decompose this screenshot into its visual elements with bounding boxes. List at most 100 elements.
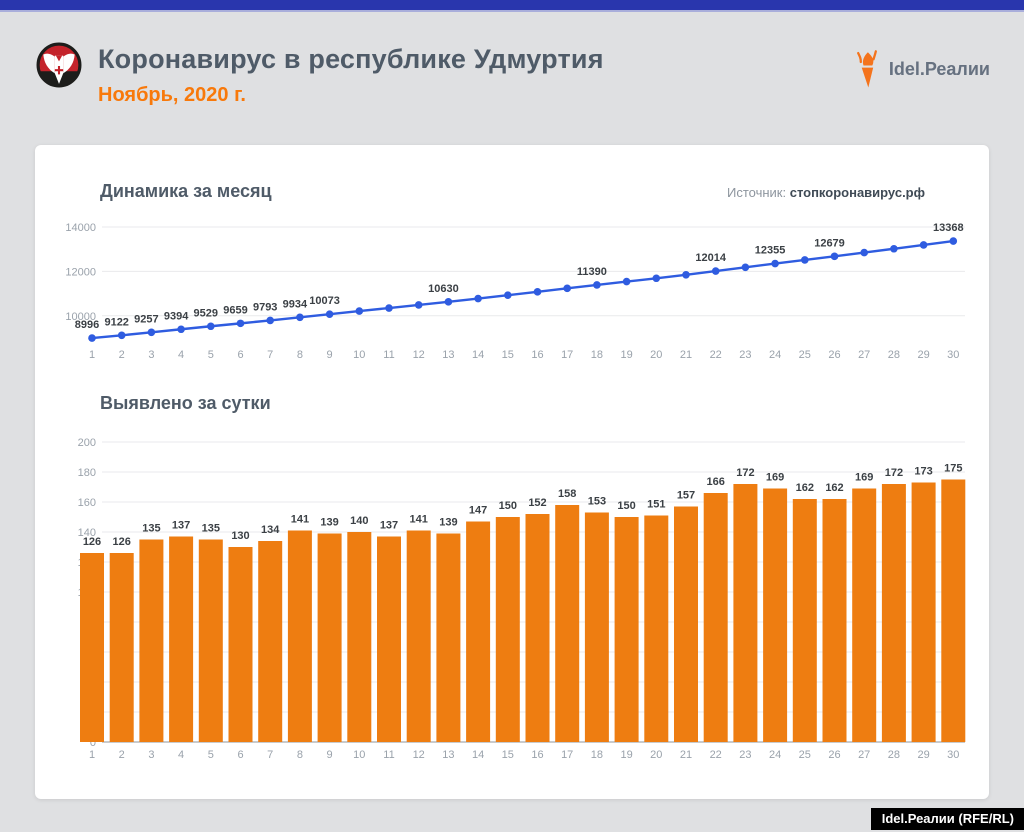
x-axis-label: 16 bbox=[531, 349, 543, 361]
bar-value-label: 169 bbox=[766, 472, 784, 484]
bar-value-label: 141 bbox=[410, 514, 428, 526]
y-axis-label: 180 bbox=[78, 467, 96, 479]
bar-value-label: 162 bbox=[796, 482, 814, 494]
x-axis-label: 19 bbox=[620, 349, 632, 361]
bar bbox=[733, 484, 757, 742]
source-note: Источник: стопкоронавирус.рф bbox=[727, 185, 925, 200]
x-axis-label: 22 bbox=[710, 749, 722, 761]
x-axis-label: 13 bbox=[442, 349, 454, 361]
bar-value-label: 153 bbox=[588, 496, 606, 508]
bar-value-label: 157 bbox=[677, 490, 695, 502]
point-value-label: 8996 bbox=[75, 319, 99, 331]
source-label: Источник: bbox=[727, 185, 786, 200]
x-axis-label: 8 bbox=[297, 349, 303, 361]
x-axis-label: 2 bbox=[119, 749, 125, 761]
x-axis-label: 14 bbox=[472, 749, 484, 761]
x-axis-label: 20 bbox=[650, 749, 662, 761]
y-axis-label: 200 bbox=[78, 437, 96, 449]
bar bbox=[912, 483, 936, 743]
x-axis-label: 12 bbox=[413, 349, 425, 361]
x-axis-label: 24 bbox=[769, 349, 781, 361]
point-value-label: 9122 bbox=[104, 316, 128, 328]
point-value-label: 9394 bbox=[164, 310, 189, 322]
data-point bbox=[88, 334, 96, 342]
bar-chart: 0204060801001201401601802001261126213531… bbox=[60, 431, 970, 766]
data-point bbox=[356, 307, 364, 315]
x-axis-label: 4 bbox=[178, 349, 184, 361]
x-axis-label: 4 bbox=[178, 749, 184, 761]
data-point bbox=[771, 260, 779, 268]
data-point bbox=[266, 317, 274, 325]
data-point bbox=[474, 295, 482, 303]
bar bbox=[229, 547, 253, 742]
bar bbox=[169, 537, 193, 743]
bar-value-label: 169 bbox=[855, 472, 873, 484]
point-value-label: 13368 bbox=[933, 222, 964, 234]
brand-name: Idel.Реалии bbox=[889, 59, 990, 80]
bar bbox=[823, 499, 847, 742]
bar bbox=[139, 540, 163, 743]
x-axis-label: 7 bbox=[267, 349, 273, 361]
data-point bbox=[326, 310, 334, 318]
bar bbox=[199, 540, 223, 743]
bar-value-label: 141 bbox=[291, 514, 309, 526]
y-axis-label: 12000 bbox=[65, 266, 96, 278]
x-axis-label: 29 bbox=[917, 749, 929, 761]
x-axis-label: 10 bbox=[353, 749, 365, 761]
bar bbox=[318, 534, 342, 743]
top-accent-bar bbox=[0, 0, 1024, 12]
source-value: стопкоронавирус.рф bbox=[790, 185, 925, 200]
data-point bbox=[385, 304, 393, 312]
bar bbox=[407, 531, 431, 743]
bar-chart-title: Выявлено за сутки bbox=[100, 393, 271, 414]
bar bbox=[615, 517, 639, 742]
x-axis-label: 11 bbox=[383, 749, 394, 761]
data-point bbox=[237, 320, 245, 328]
data-point bbox=[623, 278, 631, 286]
data-point bbox=[177, 325, 185, 333]
bar-value-label: 152 bbox=[528, 497, 546, 509]
x-axis-label: 22 bbox=[710, 349, 722, 361]
data-point bbox=[801, 256, 809, 264]
x-axis-label: 1 bbox=[89, 349, 95, 361]
x-axis-label: 5 bbox=[208, 749, 214, 761]
point-value-label: 12014 bbox=[695, 252, 726, 264]
bar bbox=[496, 517, 520, 742]
line-chart: 1000012000140008996191222925739394495295… bbox=[60, 205, 970, 367]
data-point bbox=[682, 271, 690, 279]
bar-value-label: 137 bbox=[172, 520, 190, 532]
point-value-label: 10630 bbox=[428, 283, 459, 295]
bar-value-label: 162 bbox=[825, 482, 843, 494]
x-axis-label: 9 bbox=[327, 749, 333, 761]
x-axis-label: 16 bbox=[531, 749, 543, 761]
x-axis-label: 15 bbox=[502, 749, 514, 761]
page-title: Коронавирус в республике Удмуртия bbox=[98, 44, 604, 75]
x-axis-label: 13 bbox=[442, 749, 454, 761]
bar-value-label: 151 bbox=[647, 499, 665, 511]
x-axis-label: 18 bbox=[591, 349, 603, 361]
x-axis-label: 15 bbox=[502, 349, 514, 361]
x-axis-label: 1 bbox=[89, 749, 95, 761]
bar bbox=[258, 541, 282, 742]
x-axis-label: 3 bbox=[148, 349, 154, 361]
bar-value-label: 150 bbox=[499, 500, 517, 512]
data-point bbox=[653, 274, 661, 282]
x-axis-label: 20 bbox=[650, 349, 662, 361]
x-axis-label: 10 bbox=[353, 349, 365, 361]
bar-value-label: 172 bbox=[885, 467, 903, 479]
x-axis-label: 9 bbox=[327, 349, 333, 361]
x-axis-label: 28 bbox=[888, 349, 900, 361]
bar-value-label: 150 bbox=[617, 500, 635, 512]
data-point bbox=[445, 298, 453, 306]
data-point bbox=[890, 245, 898, 253]
point-value-label: 9793 bbox=[253, 301, 277, 313]
point-value-label: 11390 bbox=[577, 266, 607, 278]
brand-logo: Idel.Реалии bbox=[852, 48, 990, 90]
bar bbox=[288, 531, 312, 743]
bar bbox=[644, 516, 668, 743]
data-point bbox=[504, 291, 512, 299]
x-axis-label: 5 bbox=[208, 349, 214, 361]
x-axis-label: 21 bbox=[680, 749, 692, 761]
line-series bbox=[92, 241, 953, 338]
bar bbox=[763, 489, 787, 743]
